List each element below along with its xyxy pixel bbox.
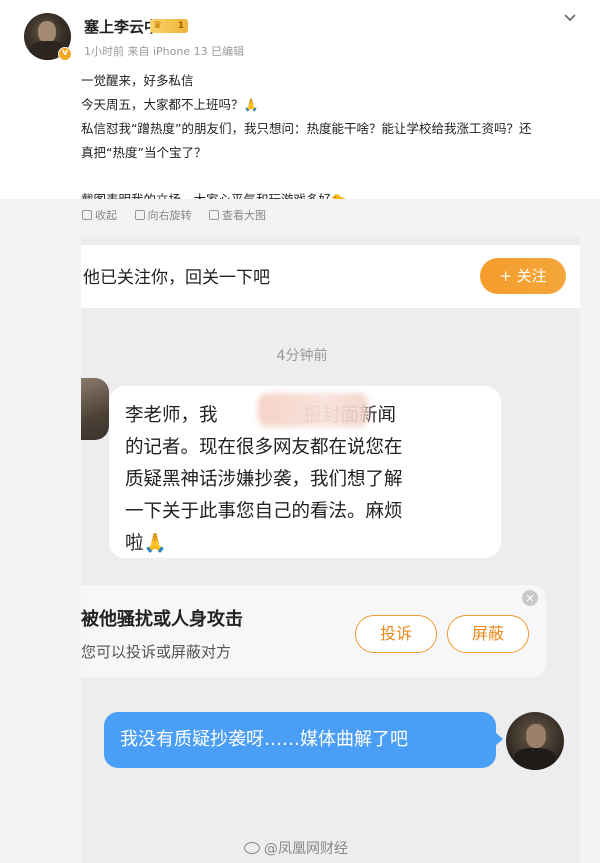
my-avatar[interactable] <box>506 712 564 770</box>
rotate-icon <box>134 210 145 220</box>
message-line: 一下关于此事您自己的看法。麻烦 <box>125 501 403 522</box>
magnify-icon <box>209 210 219 220</box>
watermark: @凤凰网财经 <box>244 838 348 858</box>
rotate-button[interactable]: 向右旋转 <box>134 209 192 222</box>
message-text: 啦 <box>125 533 144 554</box>
message-time: 4分钟前 <box>0 345 600 365</box>
view-large-label: 查看大图 <box>222 209 266 222</box>
message-line: 的记者。现在很多网友都在说您在 <box>125 437 403 458</box>
post-line: 私信怼我“蹭热度”的朋友们，我只想问：热度能干啥？能让学校给我涨工资吗？还 <box>81 121 532 136</box>
image-toolbar: 收起 向右旋转 查看大图 <box>82 207 280 223</box>
post-body: 一觉醒来，好多私信 今天周五，大家都不上班吗？🙏 私信怼我“蹭热度”的朋友们，我… <box>81 69 586 212</box>
view-large-button[interactable]: 查看大图 <box>209 209 266 222</box>
post-line: 真把“热度”当个宝了？ <box>81 144 207 160</box>
block-button[interactable]: 屏蔽 <box>447 615 529 653</box>
harassment-title: 被他骚扰或人身攻击 <box>81 609 243 630</box>
message-time-text: 4分钟前 <box>276 348 328 364</box>
level-number: 1 <box>177 21 184 31</box>
avatar-body <box>514 748 556 770</box>
pray-emoji-icon: 🙏 <box>243 97 259 112</box>
chevron-down-icon[interactable] <box>562 10 578 26</box>
outgoing-message: 我没有质疑抄袭呀……媒体曲解了吧 <box>104 712 503 768</box>
redaction-blur <box>258 393 368 427</box>
author-name[interactable]: 塞上李云中 <box>84 16 159 37</box>
close-icon[interactable]: × <box>522 590 538 606</box>
crown-icon: ♛ <box>153 20 162 31</box>
weibo-logo-icon <box>244 842 260 854</box>
pray-emoji-icon: 🙏 <box>143 533 167 554</box>
level-badge[interactable]: ♛ 1 <box>150 19 188 33</box>
collapse-button[interactable]: 收起 <box>82 209 117 222</box>
message-line: 啦🙏 <box>125 528 485 560</box>
collapse-label: 收起 <box>95 209 117 222</box>
post-line-text: 今天周五，大家都不上班吗？ <box>81 96 244 112</box>
avatar-face <box>526 724 546 748</box>
post-meta: 1小时前 来自 iPhone 13 已编辑 <box>84 45 245 58</box>
harassment-subtitle: 您可以投诉或屏蔽对方 <box>81 643 232 661</box>
verified-badge-icon: v <box>58 47 72 61</box>
report-button[interactable]: 投诉 <box>355 615 437 653</box>
rotate-label: 向右旋转 <box>147 209 192 222</box>
avatar-face <box>38 21 56 43</box>
follow-button[interactable]: + 关注 <box>480 258 566 294</box>
message-text: 李老师，我 <box>125 405 218 426</box>
sender-avatar[interactable] <box>81 378 109 440</box>
follow-prompt: 他已关注你，回关一下吧 <box>83 268 270 288</box>
post-line: 今天周五，大家都不上班吗？🙏 <box>81 93 586 118</box>
collapse-icon <box>82 210 92 220</box>
post-header: v 塞上李云中 ♛ 1 1小时前 来自 iPhone 13 已编辑 <box>0 0 600 66</box>
message-line: 质疑黑神话涉嫌抄袭，我们想了解 <box>125 469 403 490</box>
watermark-text: @凤凰网财经 <box>264 841 348 857</box>
post-line: 一觉醒来，好多私信 <box>81 73 194 88</box>
